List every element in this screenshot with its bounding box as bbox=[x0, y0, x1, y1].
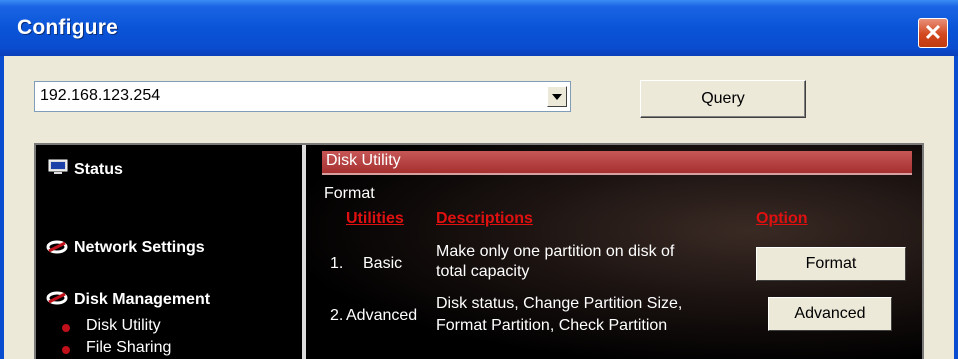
format-button[interactable]: Format bbox=[756, 247, 906, 281]
main-panel: Status Network Settings Disk Management … bbox=[34, 143, 924, 359]
section-header-title: Disk Utility bbox=[326, 152, 401, 169]
utility-name: Advanced bbox=[346, 307, 418, 324]
sidebar-item-status[interactable]: Status bbox=[74, 161, 123, 179]
configure-window: Configure ✕ 192.168.123.254 Query Status… bbox=[0, 0, 958, 359]
network-link-icon bbox=[46, 240, 68, 254]
sidebar: Status Network Settings Disk Management … bbox=[36, 145, 302, 359]
description-line: total capacity bbox=[436, 263, 530, 280]
section-header: Disk Utility bbox=[322, 151, 912, 175]
window-title: Configure bbox=[17, 16, 118, 39]
sidebar-subitem-disk-utility[interactable]: Disk Utility bbox=[86, 317, 161, 335]
window-frame-left bbox=[0, 56, 4, 359]
section-subtitle: Format bbox=[324, 185, 375, 202]
column-header-utilities: Utilities bbox=[346, 210, 404, 227]
address-combobox[interactable]: 192.168.123.254 bbox=[34, 81, 571, 112]
address-value: 192.168.123.254 bbox=[40, 87, 161, 104]
bullet-icon bbox=[62, 324, 70, 332]
description-line: Format Partition, Check Partition bbox=[436, 317, 668, 334]
utility-name: Basic bbox=[363, 255, 403, 272]
disk-link-icon bbox=[46, 291, 68, 305]
content-area: Disk Utility Format Utilities Descriptio… bbox=[306, 145, 922, 359]
sidebar-item-disk-management[interactable]: Disk Management bbox=[74, 291, 210, 309]
description-line: Make only one partition on disk of bbox=[436, 243, 675, 260]
monitor-icon bbox=[48, 159, 68, 174]
query-button[interactable]: Query bbox=[640, 80, 806, 118]
column-header-descriptions: Descriptions bbox=[436, 210, 533, 227]
column-header-option: Option bbox=[756, 210, 808, 227]
bullet-icon bbox=[62, 346, 70, 354]
window-frame-right bbox=[954, 56, 958, 359]
close-button[interactable]: ✕ bbox=[918, 18, 948, 48]
description-line: Disk status, Change Partition Size, bbox=[436, 295, 683, 312]
sidebar-item-network-settings[interactable]: Network Settings bbox=[74, 239, 205, 257]
row-number: 2. bbox=[330, 307, 344, 324]
advanced-button[interactable]: Advanced bbox=[768, 297, 892, 331]
row-number: 1. bbox=[330, 255, 344, 272]
sidebar-subitem-file-sharing[interactable]: File Sharing bbox=[86, 339, 171, 357]
close-icon: ✕ bbox=[923, 20, 943, 45]
dropdown-arrow-icon[interactable] bbox=[547, 86, 567, 107]
title-bar[interactable]: Configure ✕ bbox=[0, 0, 958, 56]
